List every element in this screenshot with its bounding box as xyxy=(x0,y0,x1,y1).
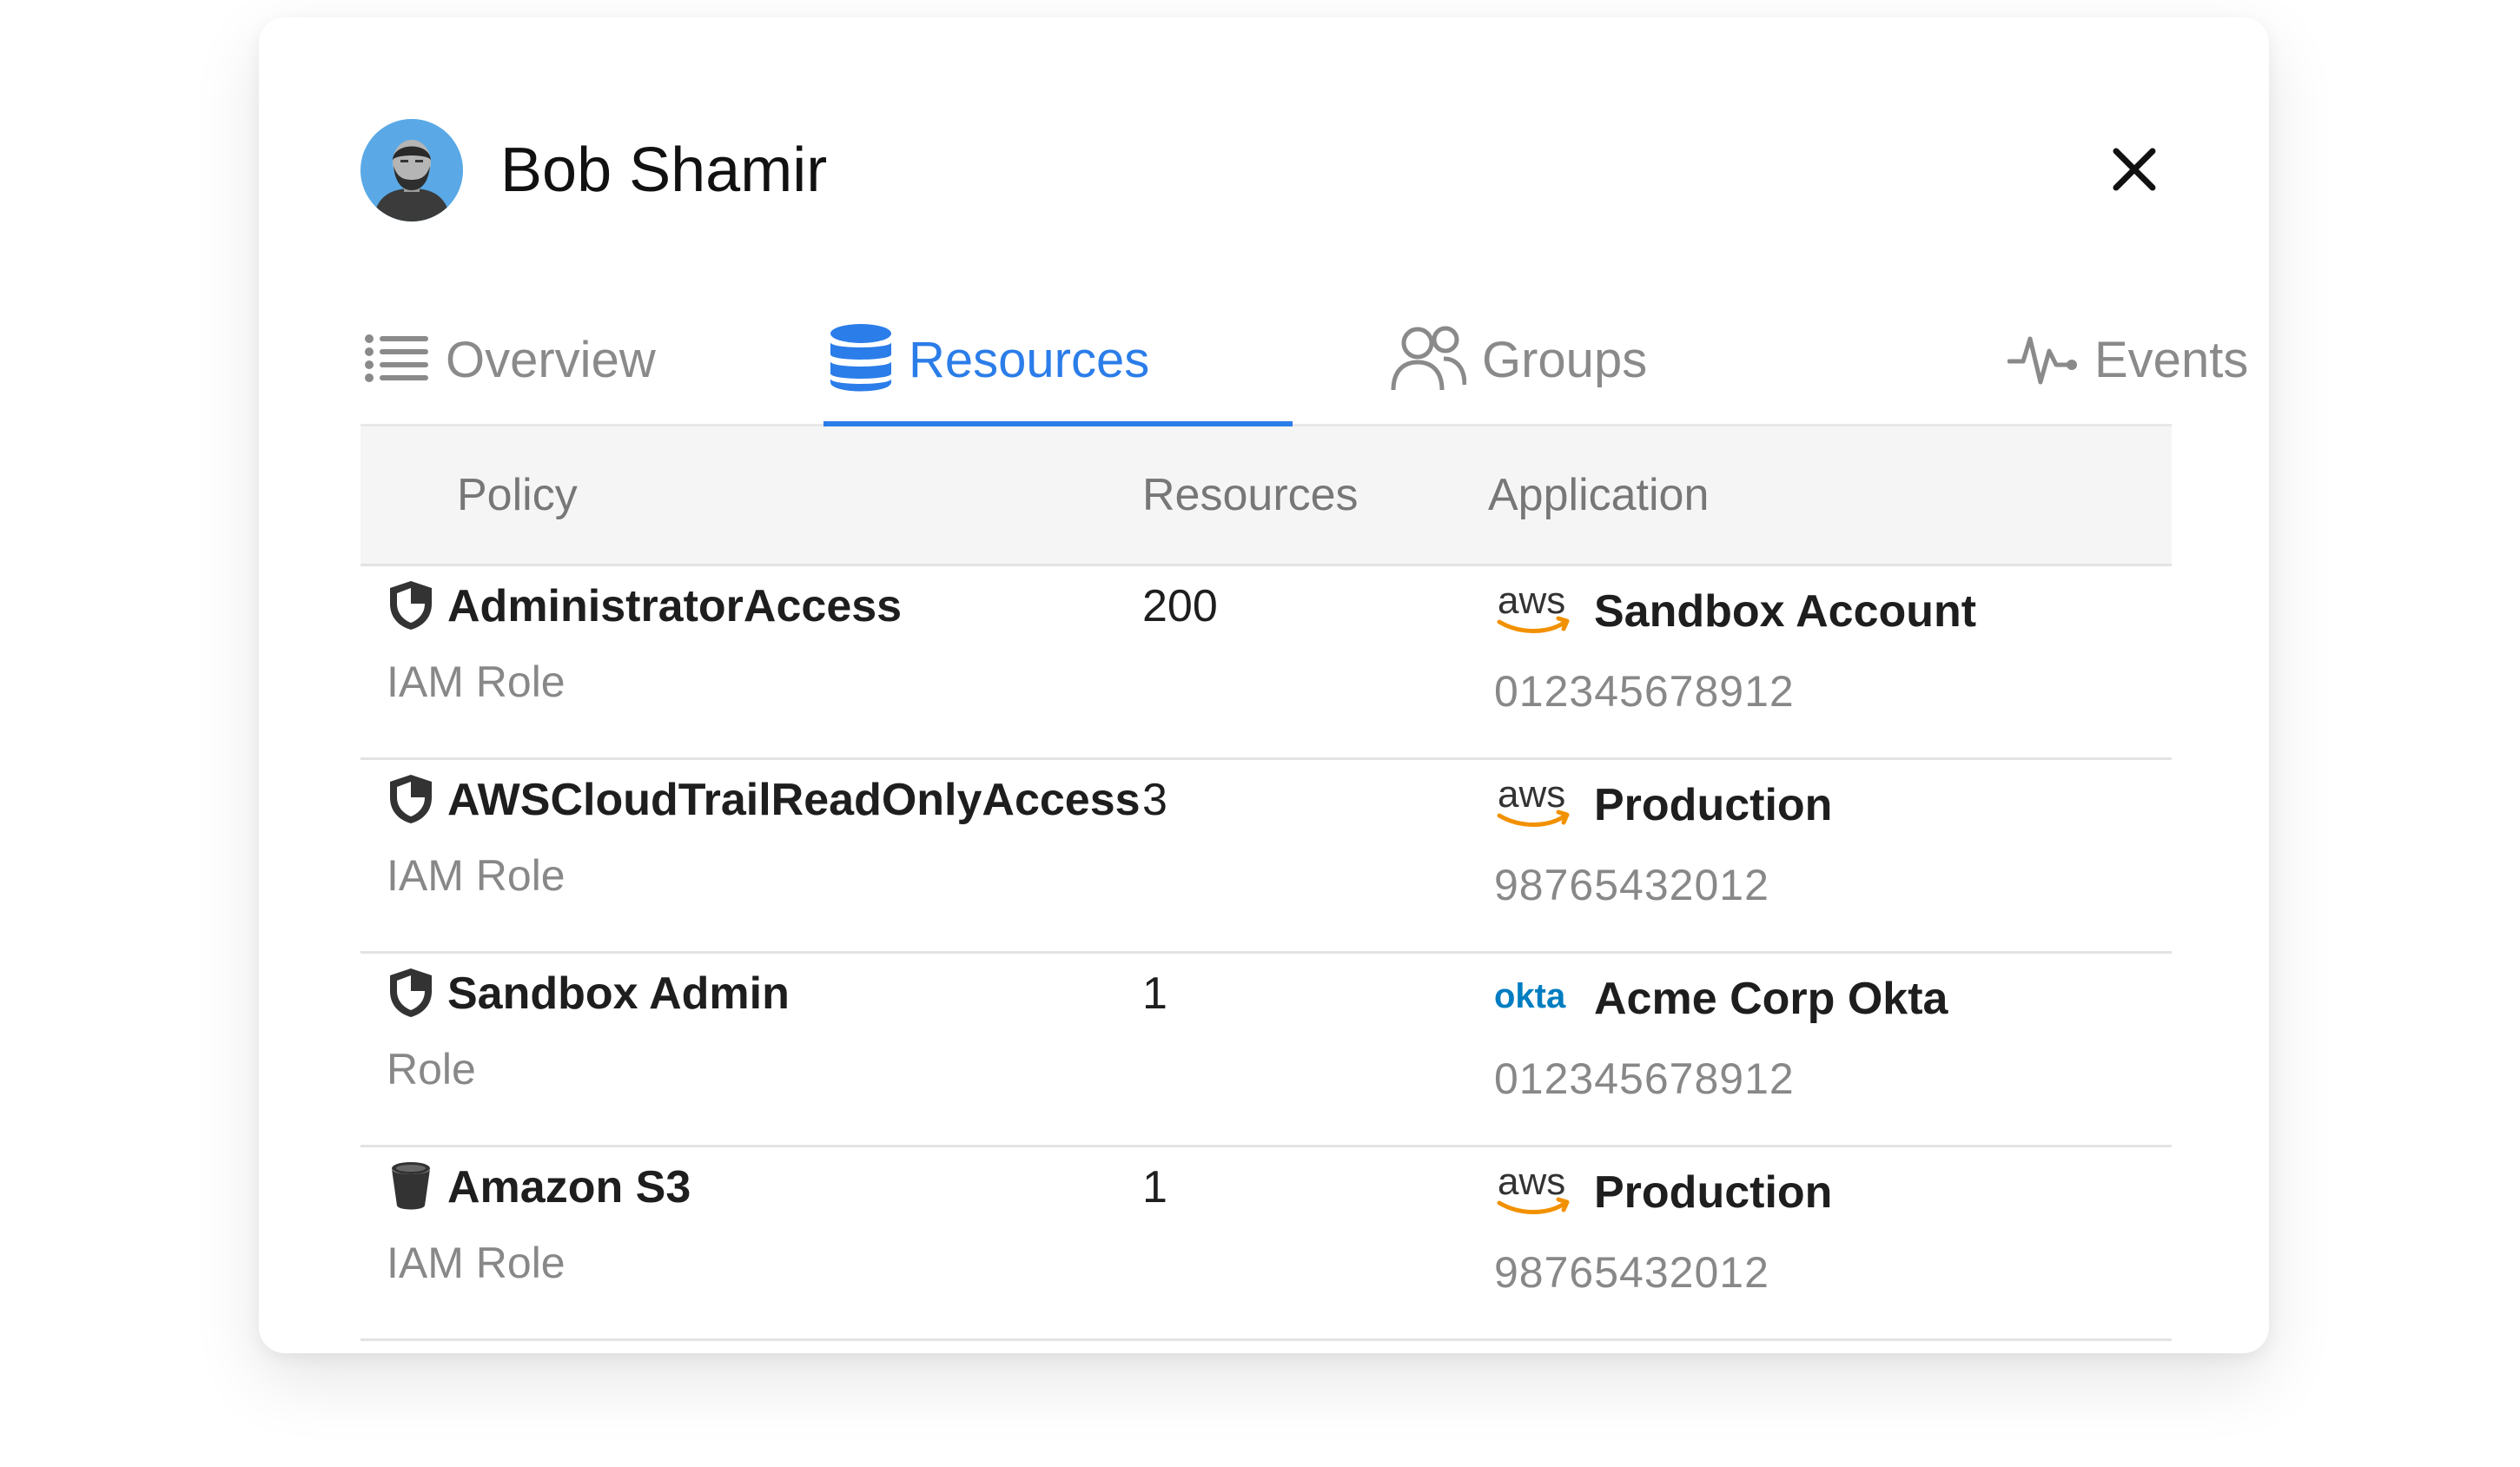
resources-table: Policy Resources Application Administrat… xyxy=(360,426,2172,1341)
shield-icon xyxy=(387,967,435,1019)
application-name[interactable]: Acme Corp Okta xyxy=(1594,973,1948,1025)
application-id: 012345678912 xyxy=(1494,667,1795,716)
close-button[interactable] xyxy=(2104,139,2165,200)
policy-type: Role xyxy=(387,1045,476,1094)
okta-logo-icon: okta xyxy=(1494,969,1574,1025)
application-id: 98765432012 xyxy=(1494,1248,1769,1297)
shield-icon xyxy=(387,773,435,825)
table-row[interactable]: Sandbox Admin Role 1 okta Acme Corp Okta… xyxy=(360,954,2172,1147)
aws-logo-icon: aws xyxy=(1494,579,1574,638)
svg-text:okta: okta xyxy=(1494,977,1566,1015)
tab-bar: Overview Resources Groups Events xyxy=(360,295,2248,427)
table-header: Policy Resources Application xyxy=(360,426,2172,566)
tab-events[interactable]: Events xyxy=(2007,295,2248,424)
resource-count: 200 xyxy=(1142,581,1218,631)
application-name[interactable]: Production xyxy=(1594,1166,1832,1219)
aws-logo-icon: aws xyxy=(1494,773,1574,831)
users-icon xyxy=(1390,324,1467,396)
database-icon xyxy=(829,323,893,397)
tab-label: Groups xyxy=(1482,331,1648,388)
close-icon[interactable] xyxy=(2104,139,2165,200)
tab-label: Events xyxy=(2094,331,2249,388)
table-row[interactable]: Amazon S3 IAM Role 1 aws Production 9876… xyxy=(360,1147,2172,1341)
tab-label: Resources xyxy=(909,331,1150,388)
application-name[interactable]: Sandbox Account xyxy=(1594,585,1976,638)
application-id: 98765432012 xyxy=(1494,861,1769,909)
avatar xyxy=(360,119,463,221)
shield-icon xyxy=(387,579,435,631)
table-row[interactable]: AdministratorAccess IAM Role 200 aws San… xyxy=(360,566,2172,760)
column-header-policy[interactable]: Policy xyxy=(457,426,578,564)
tab-groups[interactable]: Groups xyxy=(1390,295,1647,424)
resource-count: 1 xyxy=(1142,1162,1167,1213)
user-detail-card: Bob Shamir Overview Resources Groups Eve… xyxy=(259,17,2269,1353)
policy-name[interactable]: AWSCloudTrailReadOnlyAccess xyxy=(447,774,1141,826)
list-icon xyxy=(364,334,430,387)
policy-type: IAM Role xyxy=(387,658,566,706)
user-name: Bob Shamir xyxy=(500,135,828,205)
svg-text:aws: aws xyxy=(1498,1163,1565,1203)
page: Bob Shamir Overview Resources Groups Eve… xyxy=(0,0,2520,1467)
policy-type: IAM Role xyxy=(387,851,566,900)
policy-name[interactable]: Sandbox Admin xyxy=(447,968,790,1020)
svg-text:aws: aws xyxy=(1498,582,1565,622)
resource-count: 3 xyxy=(1142,775,1167,825)
tab-overview[interactable]: Overview xyxy=(364,295,656,424)
aws-logo-icon: aws xyxy=(1494,1160,1574,1219)
column-header-resources[interactable]: Resources xyxy=(1142,426,1359,564)
tab-resources[interactable]: Resources xyxy=(823,295,1293,427)
application-name[interactable]: Production xyxy=(1594,779,1832,831)
avatar-photo xyxy=(360,119,463,221)
policy-name[interactable]: AdministratorAccess xyxy=(447,580,902,632)
svg-text:aws: aws xyxy=(1498,776,1565,816)
application-id: 012345678912 xyxy=(1494,1054,1795,1103)
activity-icon xyxy=(2007,327,2079,393)
table-row[interactable]: AWSCloudTrailReadOnlyAccess IAM Role 3 a… xyxy=(360,760,2172,954)
resource-count: 1 xyxy=(1142,968,1167,1019)
bucket-icon xyxy=(387,1160,435,1213)
tab-label: Overview xyxy=(446,331,656,388)
policy-name[interactable]: Amazon S3 xyxy=(447,1161,691,1213)
policy-type: IAM Role xyxy=(387,1239,566,1287)
column-header-application[interactable]: Application xyxy=(1488,426,1709,564)
